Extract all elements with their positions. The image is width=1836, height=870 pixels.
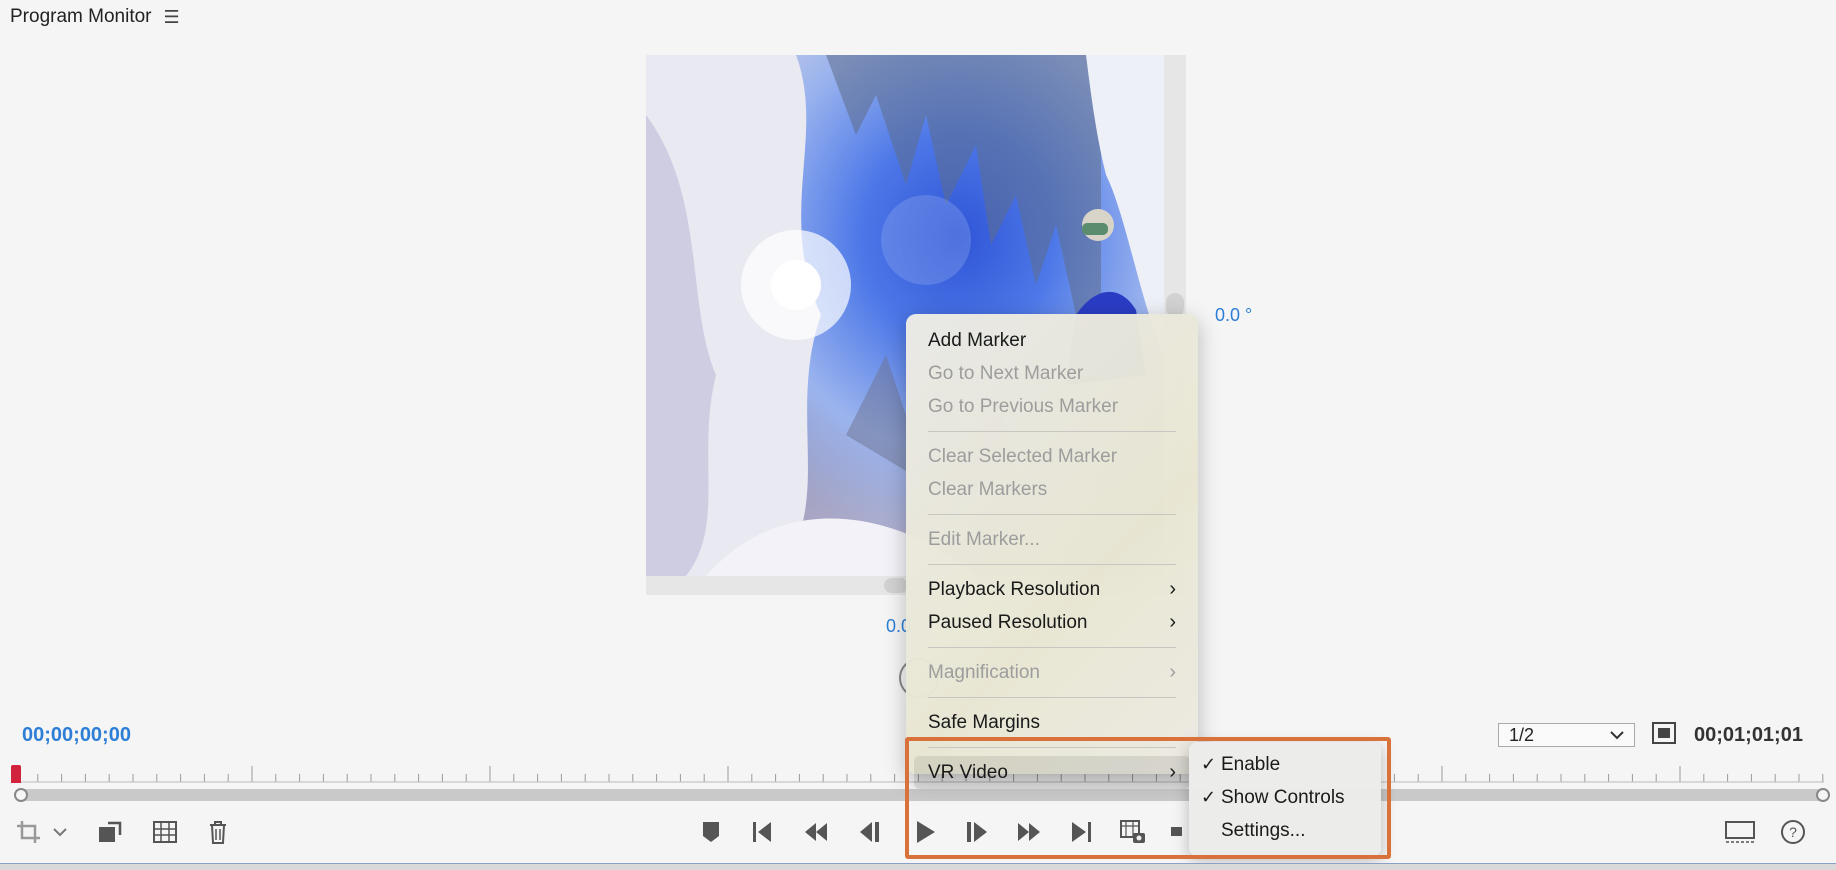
chevron-down-icon[interactable] bbox=[52, 818, 68, 846]
menu-item-paused-resolution[interactable]: Paused Resolution › bbox=[906, 606, 1198, 639]
checkmark-icon: ✓ bbox=[1201, 754, 1217, 774]
menu-separator bbox=[928, 514, 1176, 515]
submenu-item-settings[interactable]: Settings... bbox=[1189, 814, 1381, 847]
current-timecode[interactable]: 00;00;00;00 bbox=[22, 724, 131, 747]
menu-separator bbox=[928, 564, 1176, 565]
submenu-item-enable[interactable]: ✓ Enable bbox=[1189, 748, 1381, 781]
menu-separator bbox=[928, 697, 1176, 698]
resolution-value: 1/2 bbox=[1509, 724, 1535, 745]
export-frame-camera-icon[interactable] bbox=[1118, 818, 1148, 846]
menu-item-vr-video[interactable]: VR Video › bbox=[914, 756, 1190, 789]
menu-item-label: Go to Next Marker bbox=[928, 362, 1084, 384]
submenu-item-label: Enable bbox=[1221, 753, 1281, 775]
menu-item-safe-margins[interactable]: Safe Margins bbox=[906, 706, 1198, 739]
zoom-scroll-bar[interactable] bbox=[20, 789, 1824, 801]
svg-text:?: ? bbox=[1789, 824, 1797, 840]
step-forward-icon[interactable] bbox=[1014, 818, 1044, 846]
menu-item-label: Magnification bbox=[928, 661, 1040, 683]
chevron-right-icon: › bbox=[1169, 611, 1176, 633]
fit-fullscreen-icon[interactable] bbox=[1652, 722, 1676, 744]
trash-icon[interactable] bbox=[203, 818, 233, 846]
pan-degree-readout[interactable]: 0.0 ° bbox=[1215, 305, 1252, 326]
go-to-out-icon[interactable] bbox=[1066, 818, 1096, 846]
menu-item-playback-resolution[interactable]: Playback Resolution › bbox=[906, 573, 1198, 606]
menu-item-label: Clear Selected Marker bbox=[928, 445, 1118, 467]
playback-resolution-select[interactable]: 1/2 bbox=[1498, 723, 1635, 747]
hamburger-icon[interactable]: ☰ bbox=[164, 7, 180, 28]
vr-video-submenu: ✓ Enable ✓ Show Controls Settings... bbox=[1189, 742, 1381, 856]
menu-item-label: VR Video bbox=[928, 761, 1008, 783]
chevron-right-icon: › bbox=[1169, 761, 1176, 783]
menu-separator bbox=[928, 747, 1176, 748]
submenu-item-label: Show Controls bbox=[1221, 786, 1345, 808]
panel-header: Program Monitor ☰ bbox=[10, 4, 180, 30]
add-marker-icon[interactable] bbox=[696, 818, 726, 846]
panel-title: Program Monitor bbox=[10, 6, 152, 27]
menu-item-label: Paused Resolution bbox=[928, 611, 1088, 633]
menu-item-go-to-previous-marker: Go to Previous Marker bbox=[906, 390, 1198, 423]
duration-timecode: 00;01;01;01 bbox=[1694, 724, 1803, 746]
menu-item-add-marker[interactable]: Add Marker bbox=[906, 324, 1198, 357]
step-frame-forward-icon[interactable] bbox=[962, 818, 992, 846]
panel-bottom-border bbox=[0, 863, 1836, 870]
chevron-right-icon: › bbox=[1169, 661, 1176, 683]
menu-item-label: Clear Markers bbox=[928, 478, 1048, 500]
submenu-item-show-controls[interactable]: ✓ Show Controls bbox=[1189, 781, 1381, 814]
chevron-right-icon: › bbox=[1169, 578, 1176, 600]
insert-icon[interactable] bbox=[1170, 818, 1184, 846]
go-to-in-icon[interactable] bbox=[748, 818, 778, 846]
menu-separator bbox=[928, 431, 1176, 432]
play-icon[interactable] bbox=[910, 818, 940, 846]
menu-item-label: Safe Margins bbox=[928, 711, 1040, 733]
menu-item-label: Playback Resolution bbox=[928, 578, 1101, 600]
playhead[interactable] bbox=[11, 765, 21, 783]
crop-icon[interactable] bbox=[14, 818, 44, 846]
scroll-handle-right[interactable] bbox=[1816, 788, 1830, 802]
menu-item-label: Edit Marker... bbox=[928, 528, 1040, 550]
step-back-icon[interactable] bbox=[801, 818, 831, 846]
tilt-slider-thumb[interactable] bbox=[884, 578, 908, 593]
menu-item-label: Go to Previous Marker bbox=[928, 395, 1119, 417]
menu-item-magnification: Magnification › bbox=[906, 656, 1198, 689]
chevron-down-icon bbox=[1610, 731, 1624, 740]
help-icon[interactable]: ? bbox=[1778, 818, 1808, 846]
menu-item-edit-marker: Edit Marker... bbox=[906, 523, 1198, 556]
multicam-grid-icon[interactable] bbox=[150, 818, 180, 846]
context-menu: Add Marker Go to Next Marker Go to Previ… bbox=[906, 314, 1198, 789]
checkmark-icon: ✓ bbox=[1201, 787, 1217, 807]
menu-item-clear-markers: Clear Markers bbox=[906, 473, 1198, 506]
step-frame-back-icon[interactable] bbox=[855, 818, 885, 846]
menu-item-label: Add Marker bbox=[928, 329, 1027, 351]
submenu-item-label: Settings... bbox=[1221, 819, 1306, 841]
export-frame-icon[interactable] bbox=[95, 818, 125, 846]
scroll-handle-left[interactable] bbox=[14, 788, 28, 802]
menu-item-clear-selected-marker: Clear Selected Marker bbox=[906, 440, 1198, 473]
menu-item-go-to-next-marker: Go to Next Marker bbox=[906, 357, 1198, 390]
menu-separator bbox=[928, 647, 1176, 648]
comparison-view-icon[interactable] bbox=[1724, 818, 1756, 846]
